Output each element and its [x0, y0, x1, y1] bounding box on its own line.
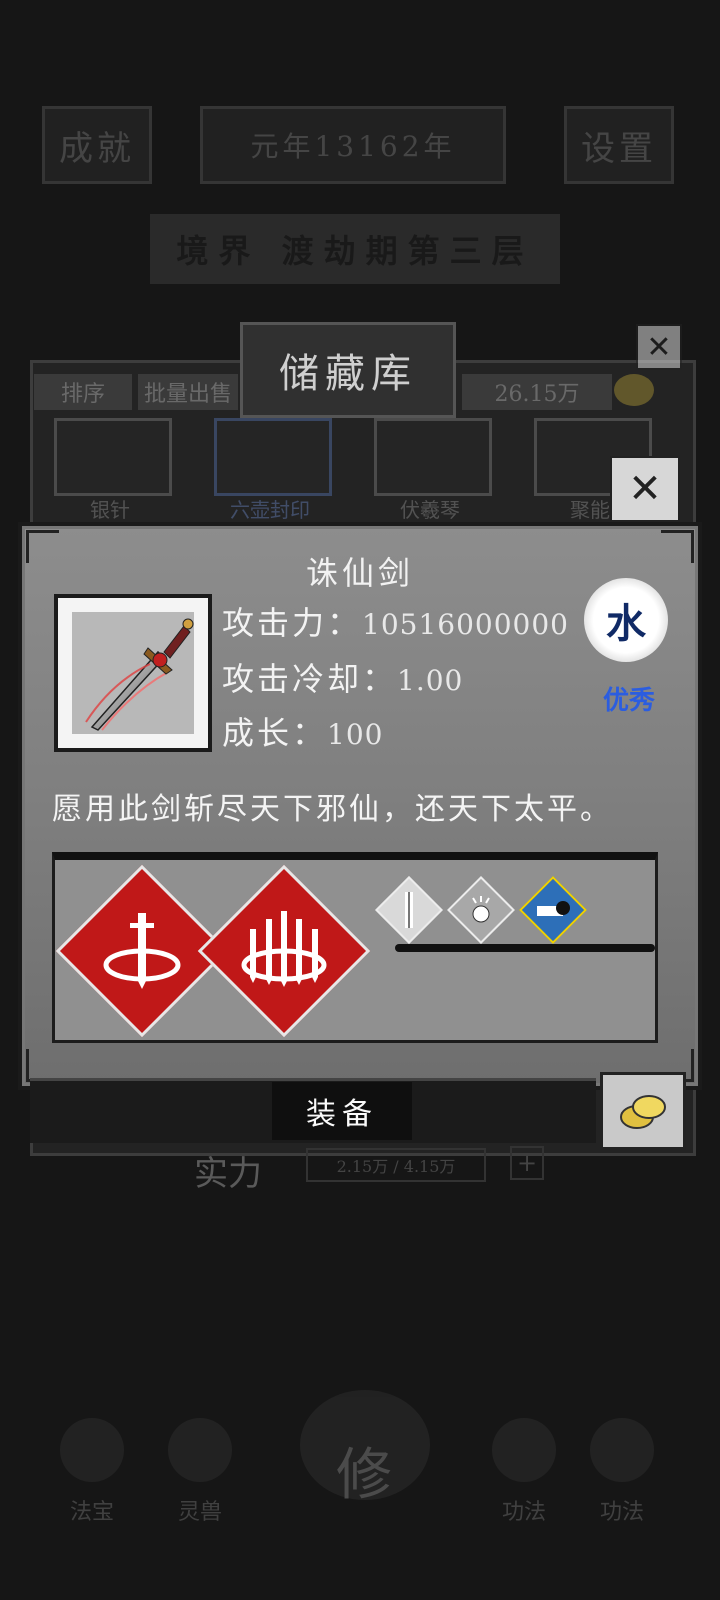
slot-label: 伏羲琴 — [400, 498, 460, 522]
brush-divider — [395, 944, 655, 952]
storage-slot[interactable] — [54, 418, 172, 496]
growth-stat: 成长：100 — [222, 708, 383, 754]
storage-title: 储藏库 — [240, 322, 456, 418]
item-description: 愿用此剑斩尽天下邪仙，还天下太平。 — [52, 792, 613, 827]
power-label: 实力 — [194, 1154, 262, 1194]
cat-buff-icon[interactable] — [447, 876, 515, 944]
attack-stat: 攻击力：10516000000 — [222, 598, 569, 644]
year-display: 元年13162年 — [200, 106, 506, 184]
slot-label: 六壶封印 — [230, 498, 310, 522]
coin-icon — [614, 374, 654, 406]
storage-close-button[interactable]: ✕ — [636, 324, 682, 370]
item-name: 诛仙剑 — [305, 554, 414, 592]
nav-technique-label: 功法 — [599, 1500, 644, 1525]
close-icon: ✕ — [646, 329, 672, 365]
down-arrow-buff-icon[interactable] — [375, 876, 443, 944]
item-detail-dialog: 诛仙剑 攻击力：10516000000 攻击冷却：1.00 成长：100 水 优… — [18, 522, 702, 1090]
close-icon: ✕ — [628, 466, 662, 512]
growth-value: 100 — [327, 718, 384, 751]
achievement-button[interactable]: 成就 — [42, 106, 152, 184]
growth-label: 成长： — [222, 714, 328, 752]
attack-value: 10516000000 — [362, 608, 569, 641]
settings-label: 设置 — [581, 128, 657, 169]
skill-nav-icon[interactable] — [492, 1418, 556, 1482]
realm-label: 境界 渡劫期第三层 — [176, 232, 534, 270]
quality-label: 优秀 — [602, 686, 655, 716]
slot-label: 银针 — [90, 498, 130, 522]
nav-skill-label: 功法 — [501, 1500, 546, 1525]
achievement-label: 成就 — [59, 128, 135, 169]
treasure-nav-icon[interactable] — [60, 1418, 124, 1482]
cooldown-label: 攻击冷却： — [222, 660, 398, 698]
sort-tab[interactable]: 排序 — [34, 374, 132, 410]
currency-display: 26.15万 — [462, 374, 612, 410]
cooldown-stat: 攻击冷却：1.00 — [222, 654, 463, 700]
sell-coin-button[interactable] — [600, 1072, 686, 1150]
item-image — [72, 612, 194, 734]
power-value: 2.15万 / 4.15万 — [306, 1148, 486, 1182]
sword-icon — [85, 618, 194, 731]
nav-treasure-label: 法宝 — [69, 1500, 114, 1525]
storage-slot[interactable] — [374, 418, 492, 496]
item-image-frame — [54, 594, 212, 752]
equip-button[interactable]: 装备 — [272, 1082, 412, 1140]
technique-nav-icon[interactable] — [590, 1418, 654, 1482]
year-label: 元年13162年 — [250, 130, 456, 163]
nav-cultivate-label: 修 — [336, 1443, 392, 1508]
skill-panel — [52, 852, 658, 1043]
realm-banner: 境界 渡劫期第三层 — [150, 214, 560, 284]
settings-button[interactable]: 设置 — [564, 106, 674, 184]
nav-beast-label: 灵兽 — [177, 1500, 222, 1525]
multi-sword-ring-skill-icon[interactable] — [197, 864, 371, 1038]
beast-nav-icon[interactable] — [168, 1418, 232, 1482]
cooldown-value: 1.00 — [397, 664, 464, 697]
shoe-speed-buff-icon[interactable] — [519, 876, 587, 944]
dialog-close-button[interactable]: ✕ — [610, 456, 680, 522]
coin-icon — [620, 1095, 666, 1129]
batch-sell-tab[interactable]: 批量出售 — [138, 374, 238, 410]
power-add-button[interactable]: + — [510, 1146, 544, 1180]
storage-slot[interactable] — [214, 418, 332, 496]
attack-label: 攻击力： — [222, 604, 363, 642]
element-badge: 水 — [584, 578, 668, 662]
